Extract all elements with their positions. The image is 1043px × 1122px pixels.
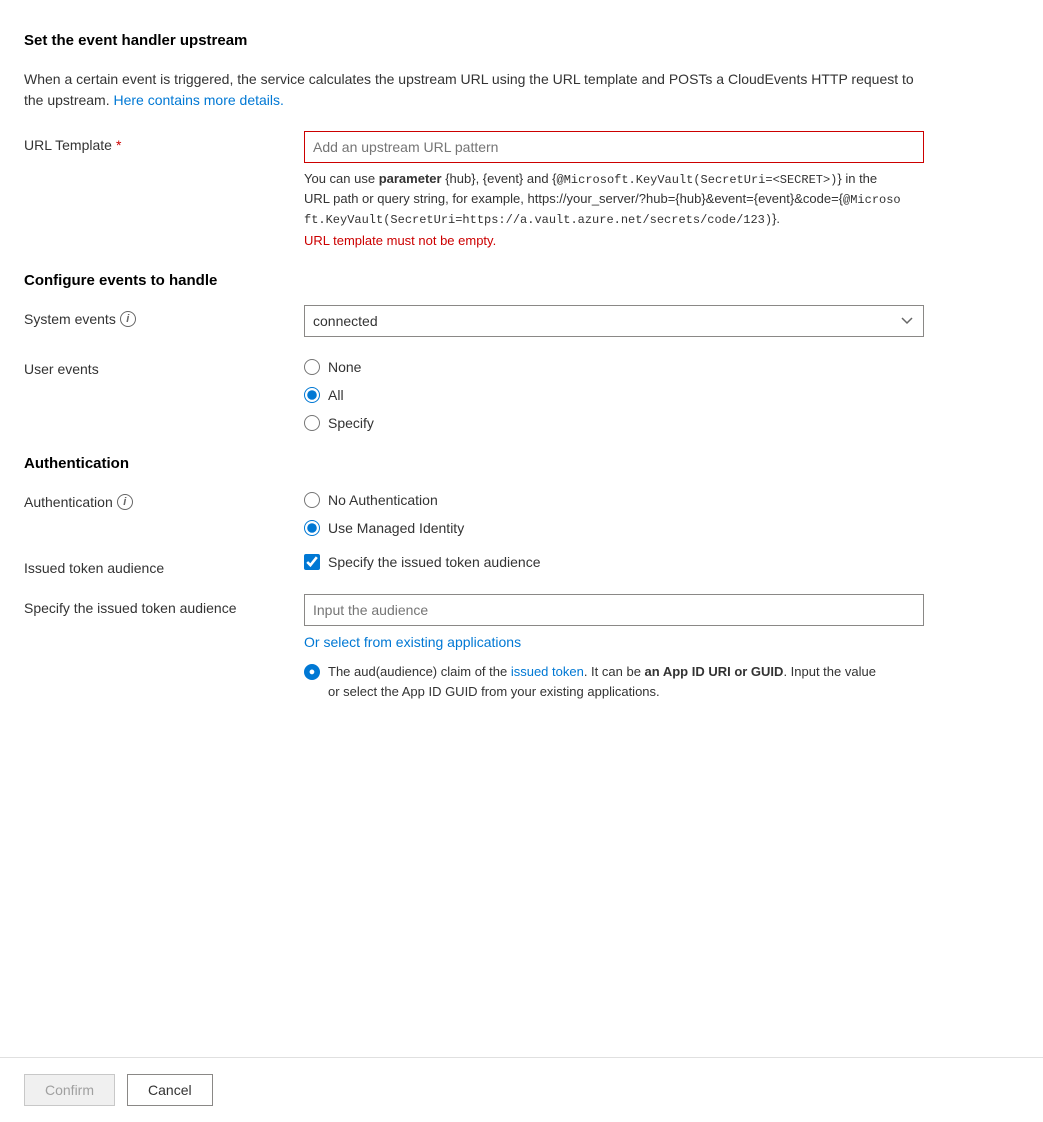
- specify-token-control-area: Or select from existing applications ● T…: [304, 594, 924, 701]
- authentication-control-area: No Authentication Use Managed Identity: [304, 488, 924, 536]
- user-events-all-label: All: [328, 387, 344, 403]
- user-events-label: User events: [24, 355, 304, 377]
- url-template-error: URL template must not be empty.: [304, 233, 924, 248]
- auth-no-auth[interactable]: No Authentication: [304, 492, 924, 508]
- issued-token-checkbox-row: Specify the issued token audience: [304, 554, 924, 570]
- authentication-label: Authentication i: [24, 488, 304, 510]
- issued-token-label: Issued token audience: [24, 554, 304, 576]
- auth-no-auth-radio[interactable]: [304, 492, 320, 508]
- system-events-row: System events i connected disconnected c…: [24, 305, 1019, 337]
- system-events-control-area: connected disconnected connect: [304, 305, 924, 337]
- confirm-button[interactable]: Confirm: [24, 1074, 115, 1106]
- auth-managed-identity-radio[interactable]: [304, 520, 320, 536]
- required-marker: *: [116, 137, 121, 153]
- system-events-label: System events i: [24, 305, 304, 327]
- issued-token-link[interactable]: issued token: [511, 664, 584, 679]
- auth-managed-identity[interactable]: Use Managed Identity: [304, 520, 924, 536]
- system-events-dropdown[interactable]: connected disconnected connect: [304, 305, 924, 337]
- issued-token-checkbox-label: Specify the issued token audience: [328, 554, 540, 570]
- issued-token-info-box: ● The aud(audience) claim of the issued …: [304, 662, 884, 701]
- system-events-info-icon: i: [120, 311, 136, 327]
- more-details-link[interactable]: Here contains more details.: [114, 92, 284, 108]
- specify-token-label: Specify the issued token audience: [24, 594, 304, 616]
- user-events-none[interactable]: None: [304, 359, 924, 375]
- url-template-control-area: You can use parameter {hub}, {event} and…: [304, 131, 924, 248]
- specify-token-row: Specify the issued token audience Or sel…: [24, 594, 1019, 701]
- url-template-hint: You can use parameter {hub}, {event} and…: [304, 169, 904, 229]
- url-template-input[interactable]: [304, 131, 924, 163]
- user-events-row: User events None All Specify: [24, 355, 1019, 431]
- auth-managed-identity-label: Use Managed Identity: [328, 520, 464, 536]
- authentication-row: Authentication i No Authentication Use M…: [24, 488, 1019, 536]
- user-events-specify-label: Specify: [328, 415, 374, 431]
- authentication-info-icon: i: [117, 494, 133, 510]
- page-title: Set the event handler upstream: [24, 32, 1019, 49]
- info-dot-icon: ●: [304, 664, 320, 680]
- user-events-radio-group: None All Specify: [304, 355, 924, 431]
- issued-token-checkbox[interactable]: [304, 554, 320, 570]
- issued-token-control-area: Specify the issued token audience: [304, 554, 924, 570]
- user-events-specify[interactable]: Specify: [304, 415, 924, 431]
- auth-no-auth-label: No Authentication: [328, 492, 438, 508]
- url-template-row: URL Template * You can use parameter {hu…: [24, 131, 1019, 248]
- url-template-label: URL Template *: [24, 131, 304, 153]
- footer: Confirm Cancel: [0, 1057, 1043, 1122]
- user-events-specify-radio[interactable]: [304, 415, 320, 431]
- authentication-radio-group: No Authentication Use Managed Identity: [304, 488, 924, 536]
- user-events-none-label: None: [328, 359, 361, 375]
- info-box-content: The aud(audience) claim of the issued to…: [328, 662, 884, 701]
- cancel-button[interactable]: Cancel: [127, 1074, 213, 1106]
- user-events-all[interactable]: All: [304, 387, 924, 403]
- issued-token-row: Issued token audience Specify the issued…: [24, 554, 1019, 576]
- specify-token-input[interactable]: [304, 594, 924, 626]
- configure-events-heading: Configure events to handle: [24, 272, 1019, 289]
- select-existing-apps-link[interactable]: Or select from existing applications: [304, 634, 521, 650]
- user-events-control-area: None All Specify: [304, 355, 924, 431]
- user-events-none-radio[interactable]: [304, 359, 320, 375]
- page-description: When a certain event is triggered, the s…: [24, 69, 924, 111]
- user-events-all-radio[interactable]: [304, 387, 320, 403]
- authentication-heading: Authentication: [24, 455, 1019, 472]
